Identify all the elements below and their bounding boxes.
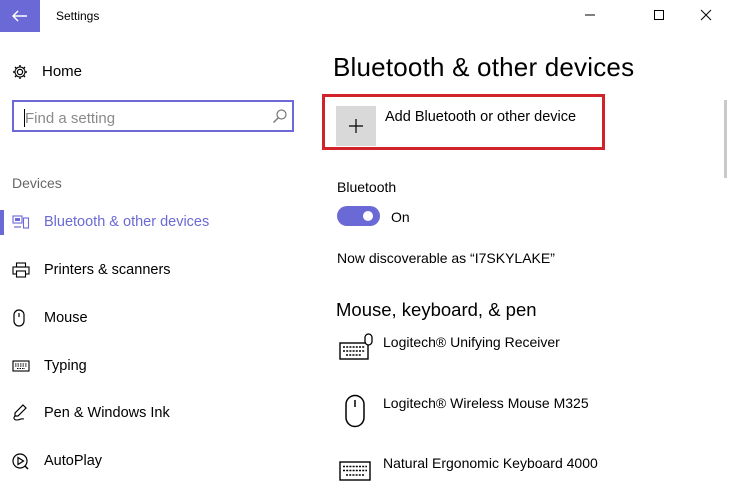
- maximize-button[interactable]: [636, 0, 682, 30]
- home-nav-item[interactable]: Home: [12, 63, 82, 80]
- search-icon[interactable]: [272, 108, 288, 129]
- sidebar-item-pen[interactable]: Pen & Windows Ink: [12, 403, 170, 423]
- keyboard-icon: [339, 460, 371, 487]
- add-device-label[interactable]: Add Bluetooth or other device: [385, 109, 576, 125]
- sidebar-item-typing[interactable]: Typing: [12, 356, 87, 376]
- search-placeholder: Find a setting: [25, 110, 116, 127]
- back-arrow-icon: [12, 10, 27, 22]
- minimize-button[interactable]: [567, 0, 613, 30]
- gear-icon: [13, 64, 27, 79]
- toggle-knob: [363, 211, 373, 221]
- sidebar-item-label: Printers & scanners: [44, 262, 171, 278]
- minimize-icon: [585, 14, 595, 16]
- active-indicator: [0, 210, 4, 235]
- sidebar-item-printers[interactable]: Printers & scanners: [12, 260, 171, 280]
- plus-icon: [349, 119, 363, 133]
- bluetooth-devices-icon: [12, 212, 34, 232]
- add-device-button[interactable]: [336, 106, 376, 146]
- mouse-icon: [12, 308, 34, 328]
- keyboard-mouse-icon: [339, 333, 373, 366]
- device-name[interactable]: Logitech® Unifying Receiver: [383, 334, 560, 350]
- pen-icon: [12, 403, 34, 423]
- discoverable-text: Now discoverable as “I7SKYLAKE”: [337, 250, 555, 266]
- mouse-icon: [344, 394, 366, 433]
- sidebar-item-label: Typing: [44, 358, 87, 374]
- window-title: Settings: [56, 9, 100, 23]
- keyboard-icon: [12, 356, 34, 376]
- back-button[interactable]: [0, 0, 40, 32]
- autoplay-icon: [12, 451, 34, 471]
- bluetooth-toggle[interactable]: [337, 206, 380, 226]
- section-label-devices: Devices: [12, 175, 62, 191]
- bluetooth-label: Bluetooth: [337, 179, 397, 195]
- toggle-state-label: On: [391, 209, 410, 225]
- sidebar-item-autoplay[interactable]: AutoPlay: [12, 451, 102, 471]
- sidebar-item-bluetooth[interactable]: Bluetooth & other devices: [12, 212, 209, 232]
- sidebar-item-label: AutoPlay: [44, 453, 103, 469]
- printer-icon: [12, 260, 34, 280]
- sidebar-item-mouse[interactable]: Mouse: [12, 308, 88, 328]
- section-heading: Mouse, keyboard, & pen: [336, 299, 537, 320]
- page-title: Bluetooth & other devices: [333, 52, 635, 82]
- scrollbar-thumb[interactable]: [724, 100, 727, 178]
- home-label: Home: [42, 63, 83, 80]
- sidebar-item-label: Pen & Windows Ink: [44, 405, 170, 421]
- device-name[interactable]: Natural Ergonomic Keyboard 4000: [383, 455, 598, 471]
- sidebar-item-label: Mouse: [44, 310, 88, 326]
- device-name[interactable]: Logitech® Wireless Mouse M325: [383, 395, 589, 411]
- maximize-icon: [654, 10, 664, 20]
- sidebar-item-label: Bluetooth & other devices: [44, 214, 210, 230]
- close-button[interactable]: [683, 0, 729, 30]
- close-icon: [700, 9, 712, 21]
